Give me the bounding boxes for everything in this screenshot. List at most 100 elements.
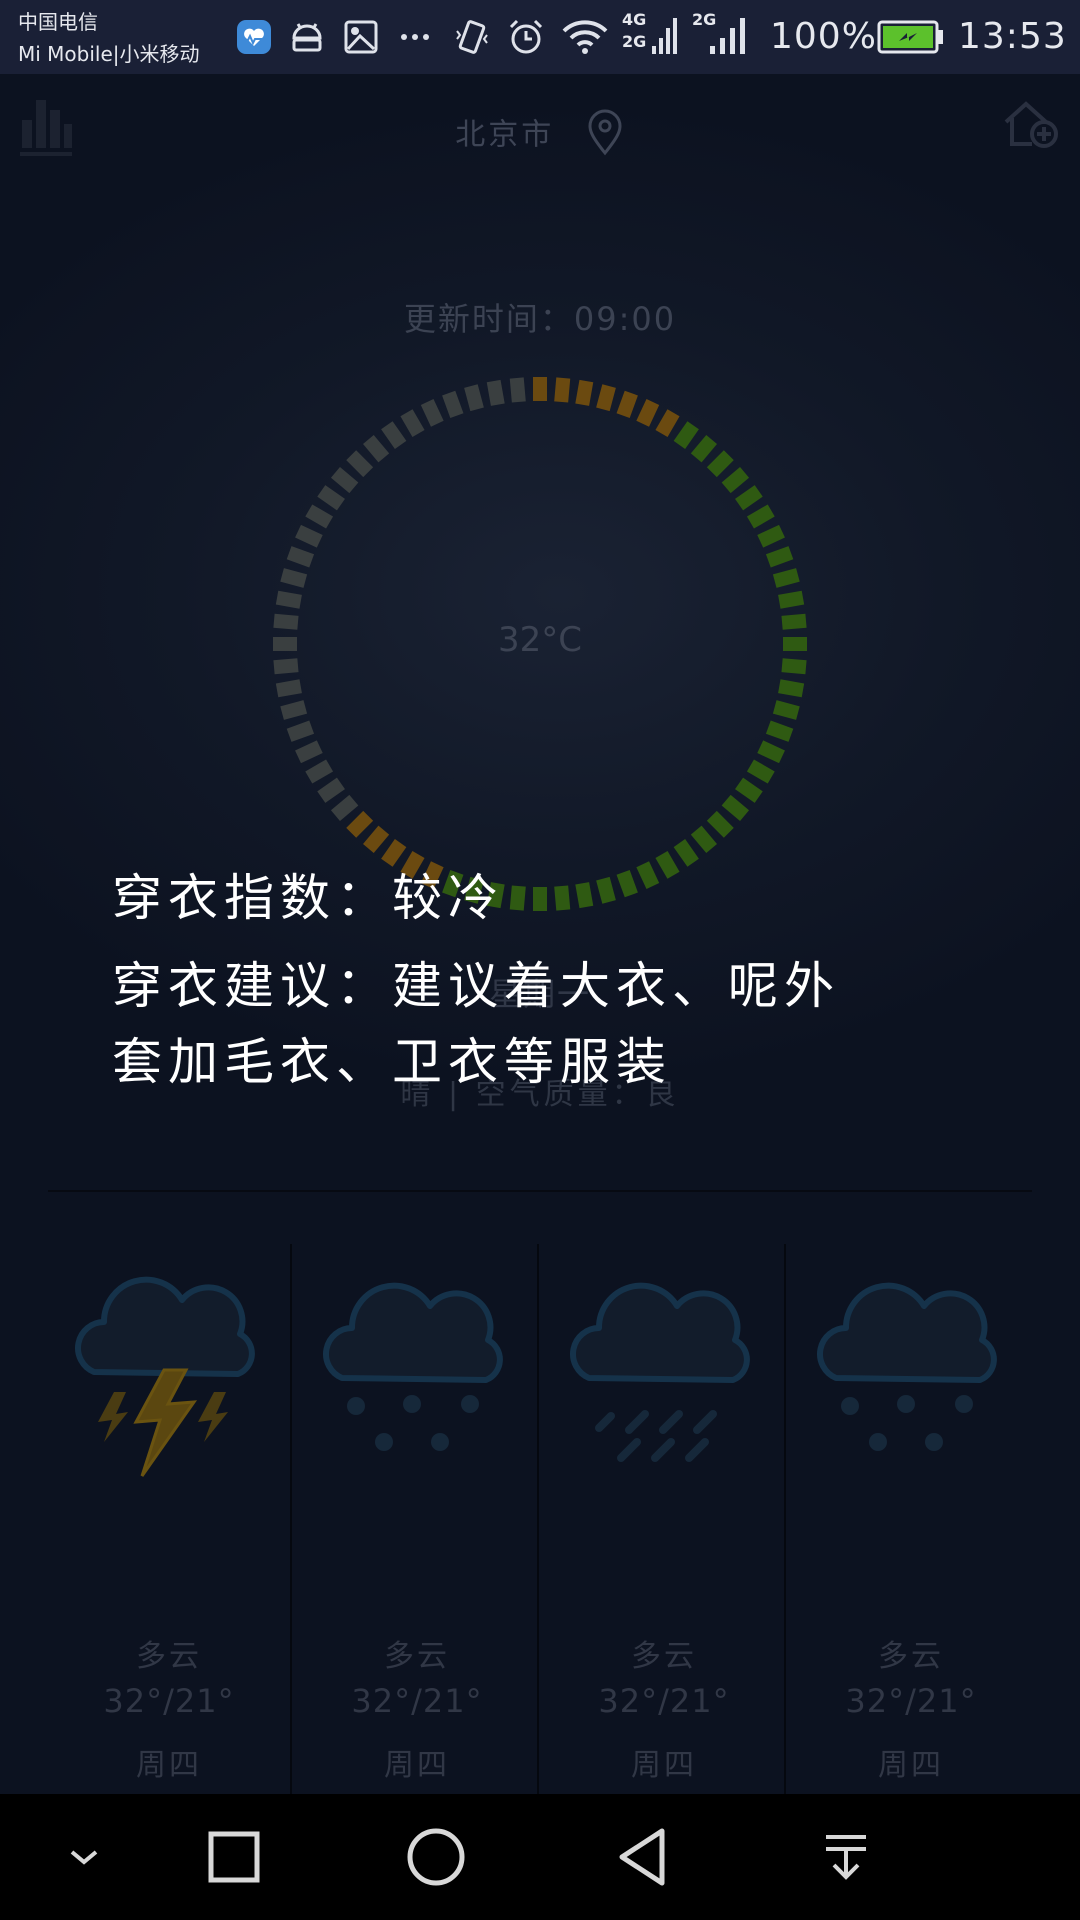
ring-segment — [655, 409, 680, 438]
signal-icon: 4G 2G — [620, 10, 680, 60]
home-icon[interactable] — [396, 1794, 476, 1920]
weather-screen: 北京市 更新时间：09:00 32°C 星期一 晴 | 空气质量：良 多云 32… — [0, 74, 1080, 1818]
ring-segment — [746, 504, 775, 529]
ring-segment — [673, 839, 699, 867]
image-icon — [342, 14, 380, 60]
ring-segment — [442, 390, 464, 419]
location-pin-icon[interactable] — [585, 108, 625, 164]
forecast-temperature: 32°/21° — [351, 1682, 483, 1720]
ring-segment — [554, 377, 571, 403]
ring-segment — [735, 777, 763, 803]
ring-segment — [690, 434, 717, 463]
forecast-day-label: 周四 — [136, 1748, 202, 1783]
ring-segment — [765, 546, 794, 568]
ring-segment — [317, 485, 345, 511]
more-icon — [398, 14, 432, 60]
ring-segment — [735, 485, 763, 511]
ring-segment — [757, 740, 785, 764]
vibrate-icon — [452, 14, 492, 60]
forecast-condition: 多云 — [878, 1639, 944, 1674]
ring-segment — [616, 390, 638, 419]
current-temperature: 32°C — [497, 620, 582, 660]
ring-segment — [706, 450, 734, 478]
ring-segment — [746, 759, 775, 784]
ring-segment — [554, 885, 571, 911]
ring-segment — [317, 777, 345, 803]
dressing-advice-line1: 穿衣建议：建议着大衣、呢外 — [112, 957, 840, 1015]
ring-segment — [533, 377, 547, 401]
forecast-condition: 多云 — [631, 1639, 697, 1674]
forecast-day-label: 周四 — [384, 1748, 450, 1783]
forecast-temperature: 32°/21° — [103, 1682, 235, 1720]
ring-segment — [721, 794, 750, 821]
ring-segment — [464, 384, 484, 412]
ring-segment — [363, 825, 390, 854]
ring-segment — [596, 384, 616, 412]
ring-segment — [575, 379, 594, 406]
ring-segment — [363, 434, 390, 463]
ring-segment — [636, 399, 660, 427]
add-city-icon[interactable] — [1002, 98, 1060, 156]
ring-segment — [273, 658, 299, 675]
alarm-icon — [506, 14, 546, 60]
ring-segment — [772, 700, 800, 720]
ring-segment — [346, 450, 374, 478]
ring-segment — [280, 568, 308, 588]
ring-segment — [772, 568, 800, 588]
ring-segment — [330, 467, 359, 494]
ring-segment — [275, 590, 302, 609]
ring-segment — [381, 421, 407, 449]
ring-segment — [690, 825, 717, 854]
collapse-icon[interactable] — [44, 1794, 124, 1920]
ring-segment — [636, 861, 660, 889]
ring-segment — [305, 504, 334, 529]
back-icon[interactable] — [602, 1794, 682, 1920]
forecast-day-label: 周四 — [878, 1748, 944, 1783]
ring-segment — [275, 679, 302, 698]
ring-segment — [616, 869, 638, 898]
ring-segment — [765, 720, 794, 742]
ring-segment — [286, 720, 315, 742]
ring-segment — [330, 794, 359, 821]
ring-segment — [346, 810, 374, 838]
ring-segment — [286, 546, 315, 568]
clock: 13:53 — [958, 16, 1067, 57]
health-app-icon — [236, 14, 272, 60]
ring-segment — [295, 524, 323, 548]
ring-segment — [420, 399, 444, 427]
ring-segment — [305, 759, 334, 784]
thunderstorm-icon — [46, 1264, 292, 1477]
ring-segment — [778, 590, 805, 609]
wifi-icon — [560, 14, 610, 60]
android-icon — [288, 14, 326, 60]
ring-segment — [280, 700, 308, 720]
forecast-temperature: 32°/21° — [598, 1682, 730, 1720]
battery-icon — [876, 14, 946, 60]
ring-segment — [757, 524, 785, 548]
ring-segment — [400, 409, 425, 438]
forecast-condition: 多云 — [136, 1639, 202, 1674]
ring-segment — [486, 379, 505, 406]
ring-segment — [655, 850, 680, 879]
dressing-index: 穿衣指数：较冷 — [112, 869, 504, 927]
recents-icon[interactable] — [194, 1794, 274, 1920]
navigation-bar — [0, 1794, 1080, 1920]
ring-segment — [575, 882, 594, 909]
city-label: 北京市 — [455, 117, 555, 153]
ring-segment — [509, 377, 526, 403]
snow-cloud-icon — [788, 1264, 1034, 1464]
network-type-label: 2G — [622, 32, 647, 51]
update-time: 更新时间：09:00 — [403, 300, 677, 338]
ring-segment — [596, 876, 616, 904]
ring-segment — [706, 810, 734, 838]
rain-cloud-icon — [541, 1264, 787, 1464]
ring-segment — [673, 421, 699, 449]
carrier-name: 中国电信 — [18, 10, 98, 34]
battery-percentage: 100% — [770, 16, 877, 57]
ring-segment — [781, 658, 807, 675]
status-bar: 中国电信 Mi Mobile|小米移动 4G 2G 2G 100% 13:53 — [0, 0, 1080, 74]
notification-pull-icon[interactable] — [806, 1794, 886, 1920]
ring-segment — [533, 887, 547, 911]
ring-segment — [509, 885, 526, 911]
city-name[interactable]: 北京市 — [0, 108, 1080, 164]
